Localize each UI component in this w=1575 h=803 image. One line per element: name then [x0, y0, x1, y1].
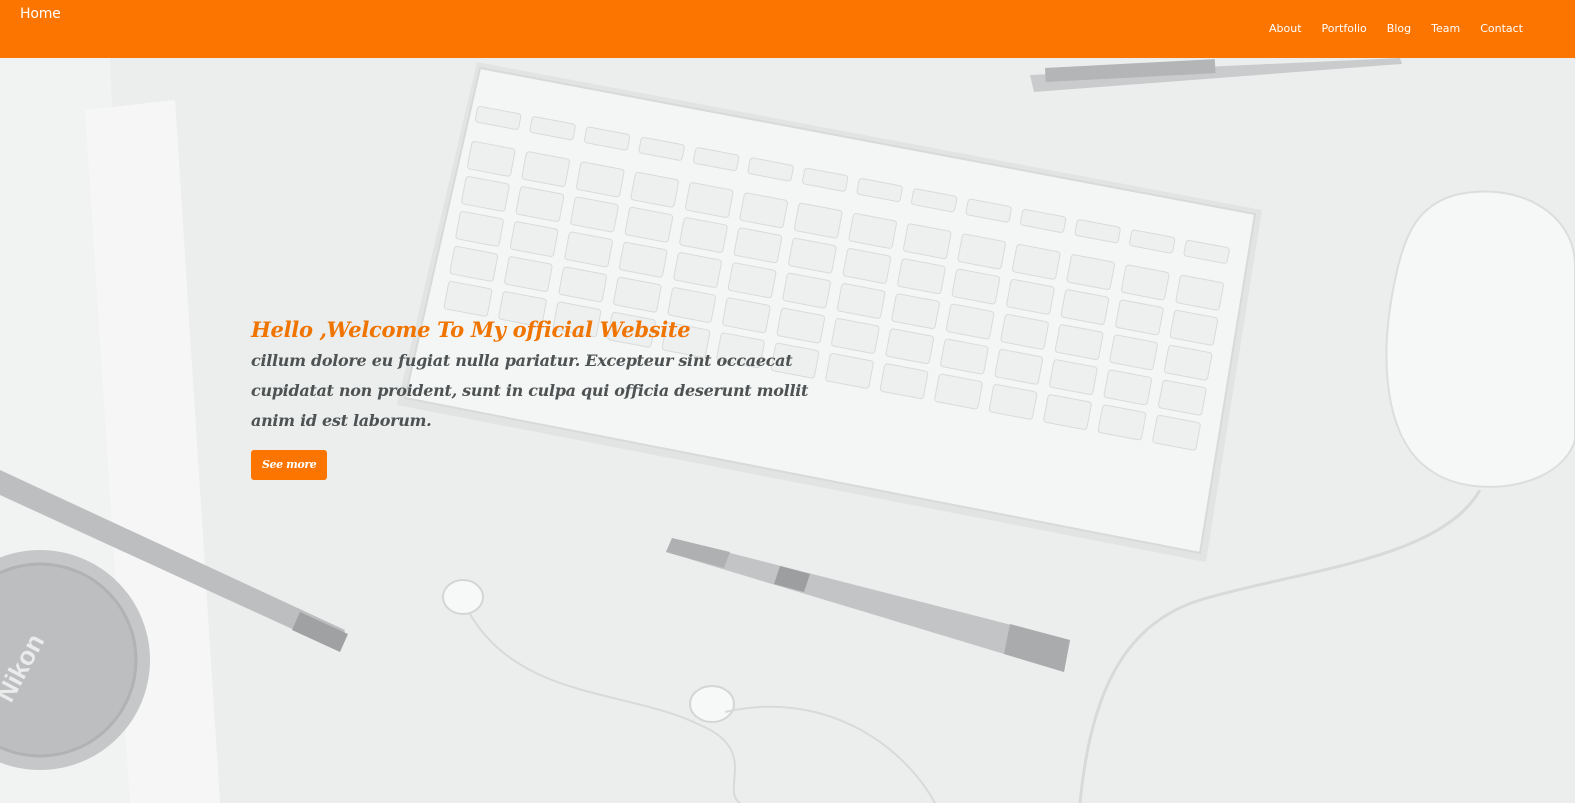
- hero-content: Hello ,Welcome To My official Website ci…: [251, 314, 821, 480]
- nav-menu: About Portfolio Blog Team Contact: [1249, 19, 1523, 37]
- nav-item-team: Team: [1431, 19, 1460, 37]
- pen-image-top: [1030, 58, 1402, 92]
- home-link[interactable]: Home: [20, 6, 61, 22]
- nav-link-portfolio[interactable]: Portfolio: [1322, 22, 1367, 35]
- nav-item-portfolio: Portfolio: [1322, 19, 1367, 37]
- earphones-image: [442, 579, 936, 803]
- nav-item-contact: Contact: [1480, 19, 1523, 37]
- nav-item-blog: Blog: [1387, 19, 1411, 37]
- see-more-button[interactable]: See more: [251, 450, 328, 480]
- top-navbar: Home About Portfolio Blog Team Contact: [0, 0, 1575, 58]
- nav-link-team[interactable]: Team: [1431, 22, 1460, 35]
- nav-link-blog[interactable]: Blog: [1387, 22, 1411, 35]
- hero-description: cillum dolore eu fugiat nulla pariatur. …: [251, 351, 809, 430]
- hero-title: Hello ,Welcome To My official Website: [251, 317, 691, 342]
- keyboard-image: [397, 62, 1262, 562]
- pen-image-center: [666, 538, 1070, 672]
- hero-section: Nikon Hello ,Welcome To My official Webs…: [0, 58, 1575, 803]
- nav-link-about[interactable]: About: [1269, 22, 1302, 35]
- nav-item-about: About: [1269, 19, 1302, 37]
- nav-link-contact[interactable]: Contact: [1480, 22, 1523, 35]
